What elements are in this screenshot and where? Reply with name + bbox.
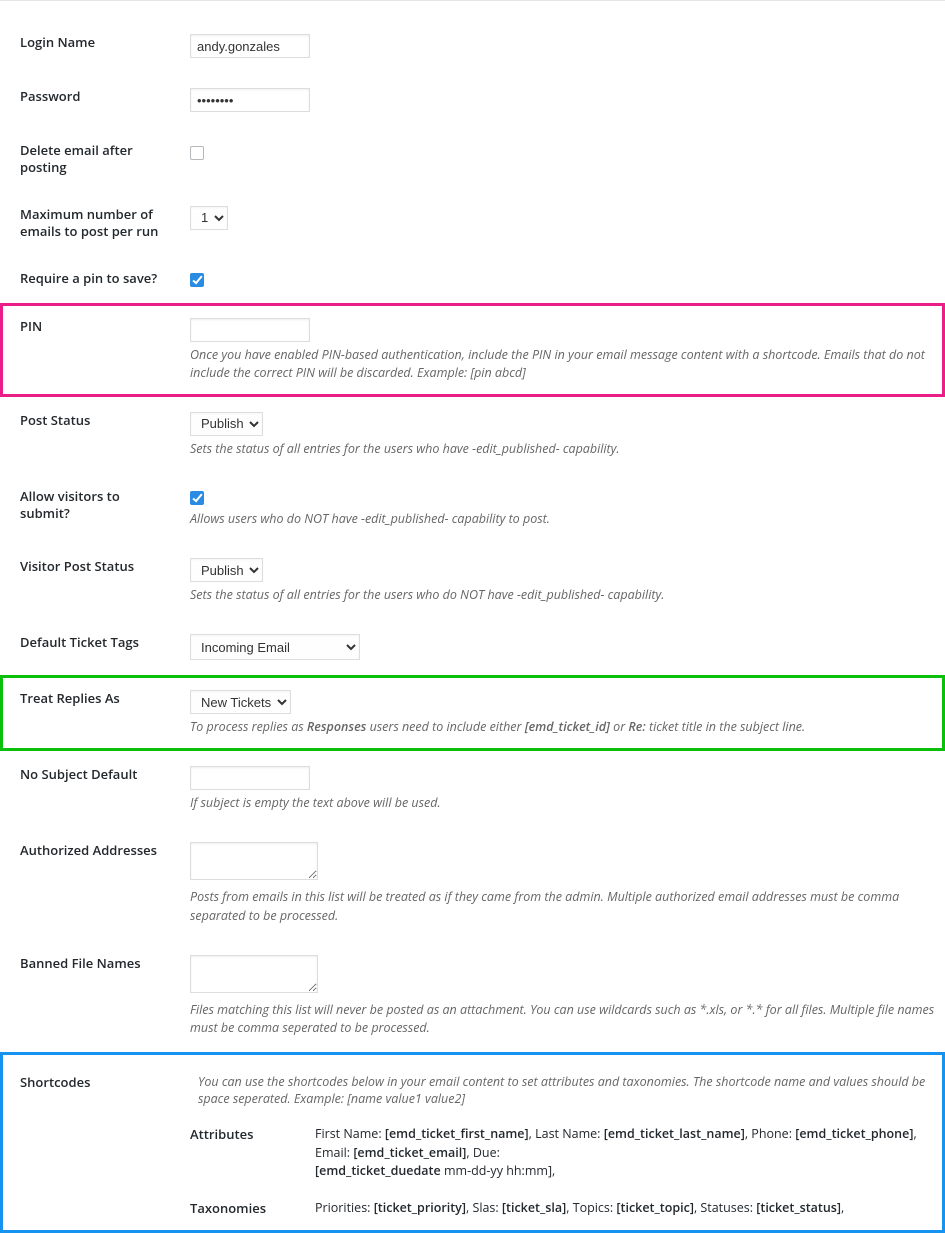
password-label: Password: [0, 73, 180, 127]
banned-desc: Files matching this list will never be p…: [190, 1001, 935, 1037]
settings-form: Login Name Password Delete email after p…: [0, 19, 945, 1233]
require-pin-checkbox[interactable]: [190, 273, 204, 287]
no-subject-label: No Subject Default: [0, 751, 180, 827]
attributes-body: First Name: [emd_ticket_first_name], Las…: [315, 1125, 935, 1181]
treat-replies-label: Treat Replies As: [0, 675, 180, 751]
treat-replies-highlight-row: Treat Replies As New Tickets To process …: [0, 675, 945, 751]
shortcodes-highlight-row: Shortcodes You can use the shortcodes be…: [0, 1052, 945, 1233]
shortcodes-attributes-row: Attributes First Name: [emd_ticket_first…: [190, 1125, 935, 1181]
visitor-post-status-select[interactable]: Publish: [190, 558, 263, 582]
default-tags-select[interactable]: Incoming Email: [190, 634, 360, 660]
max-emails-select[interactable]: 1: [190, 206, 228, 230]
post-status-label: Post Status: [0, 397, 180, 473]
authorized-textarea[interactable]: [190, 842, 318, 880]
pin-label: PIN: [0, 303, 180, 397]
authorized-desc: Posts from emails in this list will be t…: [190, 888, 935, 924]
attributes-label: Attributes: [190, 1125, 315, 1181]
divider: [0, 0, 945, 1]
post-status-desc: Sets the status of all entries for the u…: [190, 440, 935, 458]
post-status-select[interactable]: Publish: [190, 412, 263, 436]
pin-input[interactable]: [190, 318, 310, 342]
delete-email-label: Delete email after posting: [0, 127, 180, 191]
allow-visitors-checkbox[interactable]: [190, 491, 204, 505]
allow-visitors-label: Allow visitors to submit?: [0, 473, 180, 543]
login-name-input[interactable]: [190, 34, 310, 58]
require-pin-label: Require a pin to save?: [0, 255, 180, 303]
delete-email-checkbox[interactable]: [190, 146, 204, 160]
taxonomies-body: Priorities: [ticket_priority], Slas: [ti…: [315, 1199, 935, 1218]
banned-label: Banned File Names: [0, 940, 180, 1052]
shortcodes-taxonomies-row: Taxonomies Priorities: [ticket_priority]…: [190, 1199, 935, 1218]
shortcodes-intro: You can use the shortcodes below in your…: [190, 1067, 935, 1125]
allow-visitors-desc: Allows users who do NOT have -edit_publi…: [190, 510, 935, 528]
treat-replies-desc: To process replies as Responses users ne…: [190, 718, 935, 736]
visitor-post-status-desc: Sets the status of all entries for the u…: [190, 586, 935, 604]
shortcodes-label: Shortcodes: [0, 1052, 180, 1233]
taxonomies-label: Taxonomies: [190, 1199, 315, 1218]
max-emails-label: Maximum number of emails to post per run: [0, 191, 180, 255]
treat-replies-select[interactable]: New Tickets: [190, 690, 291, 714]
password-input[interactable]: [190, 88, 310, 112]
authorized-label: Authorized Addresses: [0, 827, 180, 939]
visitor-post-status-label: Visitor Post Status: [0, 543, 180, 619]
default-tags-label: Default Ticket Tags: [0, 619, 180, 675]
pin-highlight-row: PIN Once you have enabled PIN-based auth…: [0, 303, 945, 397]
no-subject-input[interactable]: [190, 766, 310, 790]
banned-textarea[interactable]: [190, 955, 318, 993]
pin-desc: Once you have enabled PIN-based authenti…: [190, 346, 935, 382]
no-subject-desc: If subject is empty the text above will …: [190, 794, 935, 812]
login-name-label: Login Name: [0, 19, 180, 73]
